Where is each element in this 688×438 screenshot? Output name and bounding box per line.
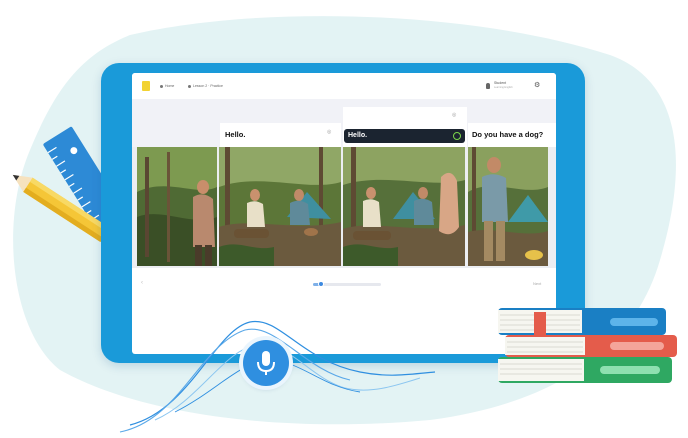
nav-item-lesson-label: Lesson 2 · Practice	[193, 84, 223, 88]
caption-active[interactable]: Hello.	[344, 129, 465, 143]
video-frame-3[interactable]	[343, 147, 465, 266]
video-frame-2[interactable]	[219, 147, 341, 266]
illustration-scene: Home Lesson 2 · Practice Student Learnin…	[0, 0, 688, 438]
app-logo[interactable]	[142, 81, 150, 91]
video-frame-1[interactable]	[137, 147, 217, 266]
check-ring-icon	[453, 132, 461, 140]
video-frame-4[interactable]	[468, 147, 548, 266]
user-subtitle: Learning English	[494, 86, 513, 89]
app-header: Home Lesson 2 · Practice Student Learnin…	[132, 73, 556, 99]
nav-item-lesson[interactable]: Lesson 2 · Practice	[188, 82, 223, 90]
microphone-icon	[257, 351, 275, 375]
nav-item-home-label: Home	[165, 84, 175, 88]
microphone-button[interactable]	[243, 340, 289, 386]
nav-item-home[interactable]: Home	[160, 82, 174, 90]
caption-text: Hello.	[348, 132, 368, 139]
progress-track[interactable]	[313, 281, 381, 287]
previous-icon[interactable]: ‹	[141, 280, 143, 286]
pin-icon[interactable]: ◎	[452, 112, 456, 118]
caption-card-1[interactable]: Hello. ◎	[220, 123, 341, 147]
caption-card-3[interactable]: Do you have a dog?	[468, 123, 556, 147]
pin-icon[interactable]: ◎	[327, 129, 331, 135]
progress-row: ‹ Next	[132, 277, 556, 291]
user-menu[interactable]: Student Learning English	[486, 81, 528, 91]
user-name: Student	[494, 81, 507, 85]
gear-icon[interactable]: ⚙	[534, 82, 540, 89]
caption-text: Hello.	[225, 130, 246, 139]
lesson-icon	[188, 84, 191, 88]
progress-knob[interactable]	[318, 281, 325, 287]
app-screen: Home Lesson 2 · Practice Student Learnin…	[132, 73, 556, 354]
caption-text: Do you have a dog?	[472, 130, 544, 139]
user-icon	[486, 83, 490, 89]
next-label[interactable]: Next	[533, 281, 541, 286]
home-icon	[160, 84, 163, 88]
